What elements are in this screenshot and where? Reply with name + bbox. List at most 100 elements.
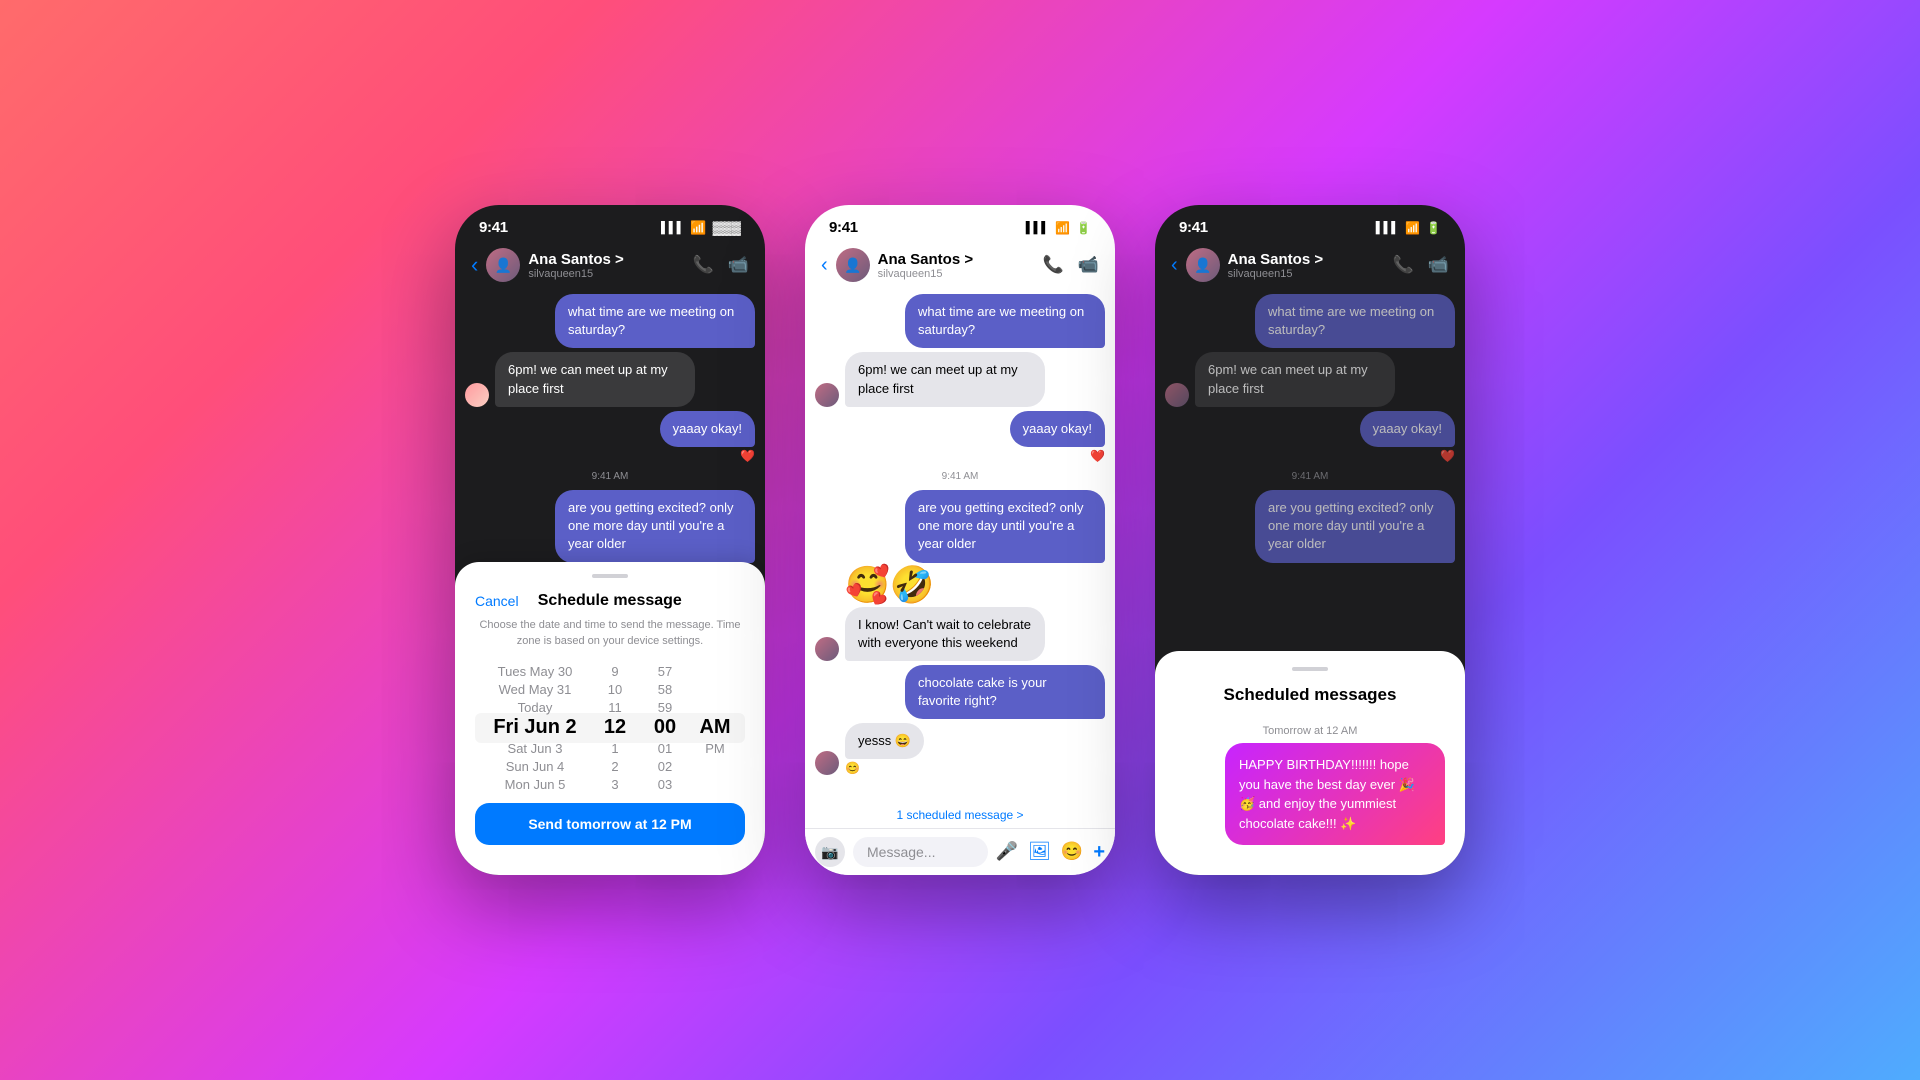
send-scheduled-button[interactable]: Send tomorrow at 12 PM xyxy=(475,803,745,845)
chat-area-2: what time are we meeting on saturday? 6p… xyxy=(805,290,1115,802)
msg-p2-bubble-3: yaaay okay! xyxy=(1010,411,1105,447)
picker-ampm-pm: PM xyxy=(690,739,740,757)
picker-min-5: 02 xyxy=(640,757,690,775)
picker-ampm-spacer1 xyxy=(690,663,740,681)
mic-icon[interactable]: 🎤 xyxy=(996,841,1018,864)
msg-p2-bubble-6: chocolate cake is your favorite right? xyxy=(905,665,1105,719)
back-button-2[interactable]: ‹ xyxy=(821,254,828,277)
contact-username-1: silvaqueen15 xyxy=(528,268,684,280)
msg-row-p2-3: yaaay okay! ❤️ xyxy=(815,411,1105,463)
picker-min-6: 03 xyxy=(640,775,690,793)
phone-icon-1[interactable]: 📞 xyxy=(693,255,714,275)
avatar-3: 👤 xyxy=(1186,248,1220,282)
picker-ampm-spacer3 xyxy=(690,699,740,717)
msg-row-p2-emoji: 🥰🤣 xyxy=(815,567,1105,603)
picker-ampm-spacer5 xyxy=(690,775,740,793)
scheduled-message-bubble[interactable]: HAPPY BIRTHDAY!!!!!!! hope you have the … xyxy=(1225,743,1445,845)
cancel-button[interactable]: Cancel xyxy=(475,593,519,609)
msg-row-p2-2: 6pm! we can meet up at my place first xyxy=(815,352,1105,406)
mini-avatar-2b xyxy=(815,637,839,661)
msg-bubble-3: yaaay okay! xyxy=(660,411,755,447)
nav-actions-2: 📞 📹 xyxy=(1043,255,1099,275)
reaction-3: 😊 xyxy=(845,761,924,775)
date-column[interactable]: Tues May 30 Wed May 31 Today Fri Jun 2 S… xyxy=(480,663,590,793)
battery-icon-3: 🔋 xyxy=(1426,221,1441,235)
back-button-3[interactable]: ‹ xyxy=(1171,254,1178,277)
picker-min-0: 57 xyxy=(640,663,690,681)
battery-icon-1: ▓▓▓ xyxy=(713,220,741,235)
msg-row-p2-4: are you getting excited? only one more d… xyxy=(815,490,1105,563)
timestamp-3: 9:41 AM xyxy=(1165,471,1455,482)
phone-2: 9:41 ▌▌▌ 📶 🔋 ‹ 👤 Ana Santos > silvaqueen… xyxy=(805,205,1115,875)
msg-bubble-2: 6pm! we can meet up at my place first xyxy=(495,352,695,406)
msg-p2-bubble-5: I know! Can't wait to celebrate with eve… xyxy=(845,607,1045,661)
reaction-2: ❤️ xyxy=(1090,449,1105,463)
msg-row-p2-5: I know! Can't wait to celebrate with eve… xyxy=(815,607,1105,661)
picker-date-2: Today xyxy=(480,699,590,717)
video-icon-2[interactable]: 📹 xyxy=(1078,255,1099,275)
picker-ampm-spacer2 xyxy=(690,681,740,699)
picker-ampm-selected: AM xyxy=(690,716,740,739)
scheduled-banner-link[interactable]: 1 scheduled message > xyxy=(896,808,1023,822)
msg-p2-bubble-1: what time are we meeting on saturday? xyxy=(905,294,1105,348)
picker-date-6: Mon Jun 5 xyxy=(480,775,590,793)
status-time-2: 9:41 xyxy=(829,219,858,236)
msg-p2-bubble-4: are you getting excited? only one more d… xyxy=(905,490,1105,563)
video-icon-1[interactable]: 📹 xyxy=(728,255,749,275)
contact-username-2: silvaqueen15 xyxy=(878,268,1035,280)
mini-avatar-2 xyxy=(815,383,839,407)
camera-button[interactable]: 📷 xyxy=(815,837,845,867)
msg-p2-bubble-2: 6pm! we can meet up at my place first xyxy=(845,352,1045,406)
contact-username-3: silvaqueen15 xyxy=(1228,268,1385,280)
picker-min-2: 59 xyxy=(640,699,690,717)
status-icons-3: ▌▌▌ 📶 🔋 xyxy=(1376,221,1441,235)
msg-row-p2-1: what time are we meeting on saturday? xyxy=(815,294,1105,348)
phone-1: 9:41 ▌▌▌ 📶 ▓▓▓ ‹ 👤 Ana Santos > silvaque… xyxy=(455,205,765,875)
schedule-sheet: Cancel Schedule message Choose the date … xyxy=(455,562,765,875)
back-button-1[interactable]: ‹ xyxy=(471,252,478,278)
signal-icon-3: ▌▌▌ xyxy=(1376,222,1399,234)
plus-icon[interactable]: + xyxy=(1093,841,1105,864)
scheduled-panel-handle xyxy=(1292,667,1328,671)
sheet-description: Choose the date and time to send the mes… xyxy=(475,618,745,649)
msg-row-recv-1: 6pm! we can meet up at my place first xyxy=(465,352,755,406)
msg-p3-bubble-4: are you getting excited? only one more d… xyxy=(1255,490,1455,563)
date-time-picker[interactable]: Tues May 30 Wed May 31 Today Fri Jun 2 S… xyxy=(475,663,745,793)
msg-row-p2-6: chocolate cake is your favorite right? xyxy=(815,665,1105,719)
contact-name-1: Ana Santos > xyxy=(528,251,684,268)
video-icon-3[interactable]: 📹 xyxy=(1428,255,1449,275)
nav-actions-1: 📞 📹 xyxy=(693,255,749,275)
image-icon[interactable]: 🖼 xyxy=(1028,841,1051,864)
nav-info-3: Ana Santos > silvaqueen15 xyxy=(1228,251,1385,280)
picker-date-selected: Fri Jun 2 xyxy=(480,716,590,739)
picker-ampm-spacer4 xyxy=(690,757,740,775)
wifi-icon-3: 📶 xyxy=(1405,221,1420,235)
phone-icon-3[interactable]: 📞 xyxy=(1393,255,1414,275)
picker-hour-4: 1 xyxy=(590,739,640,757)
wifi-icon-2: 📶 xyxy=(1055,221,1070,235)
picker-hour-1: 10 xyxy=(590,681,640,699)
hour-column[interactable]: 9 10 11 12 1 2 3 xyxy=(590,663,640,793)
input-bar: 📷 Message... 🎤 🖼 😊 + xyxy=(805,828,1115,875)
scheduled-banner[interactable]: 1 scheduled message > xyxy=(805,802,1115,828)
picker-date-4: Sat Jun 3 xyxy=(480,739,590,757)
msg-row-sent-1: what time are we meeting on saturday? xyxy=(465,294,755,348)
status-bar-3: 9:41 ▌▌▌ 📶 🔋 xyxy=(1155,205,1465,244)
picker-hour-2: 11 xyxy=(590,699,640,717)
minute-column[interactable]: 57 58 59 00 01 02 03 xyxy=(640,663,690,793)
mini-avatar-3 xyxy=(1165,383,1189,407)
nav-info-2: Ana Santos > silvaqueen15 xyxy=(878,251,1035,280)
status-icons-2: ▌▌▌ 📶 🔋 xyxy=(1026,221,1091,235)
contact-name-3: Ana Santos > xyxy=(1228,251,1385,268)
nav-bar-1: ‹ 👤 Ana Santos > silvaqueen15 📞 📹 xyxy=(455,244,765,290)
status-time-3: 9:41 xyxy=(1179,219,1208,236)
signal-icon-1: ▌▌▌ xyxy=(661,222,684,234)
message-input[interactable]: Message... xyxy=(853,837,988,867)
emoji-icon[interactable]: 😊 xyxy=(1061,841,1083,864)
picker-hour-5: 2 xyxy=(590,757,640,775)
msg-row-p2-7: yesss 😄 😊 xyxy=(815,723,1105,775)
scheduled-panel: Scheduled messages Tomorrow at 12 AM HAP… xyxy=(1155,651,1465,875)
nav-info-1: Ana Santos > silvaqueen15 xyxy=(528,251,684,280)
ampm-column[interactable]: AM PM xyxy=(690,663,740,793)
phone-icon-2[interactable]: 📞 xyxy=(1043,255,1064,275)
